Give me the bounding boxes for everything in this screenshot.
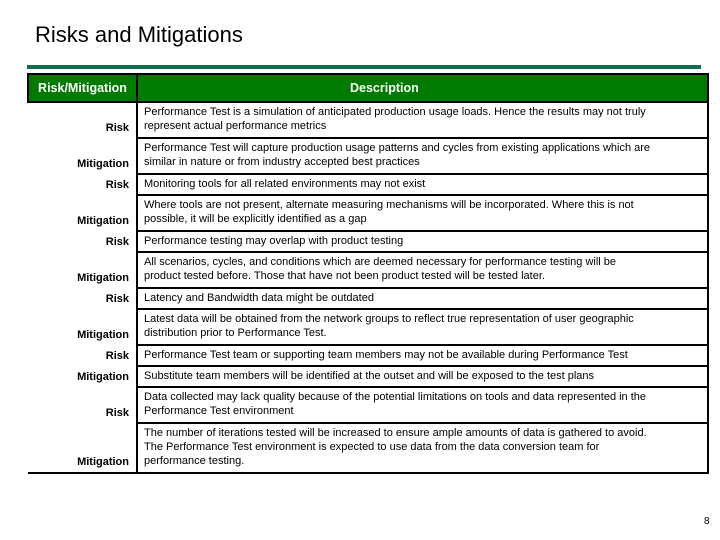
row-type: Risk (28, 231, 138, 252)
table-row: Risk Data collected may lack quality bec… (28, 387, 709, 424)
row-description: Latest data will be obtained from the ne… (137, 309, 709, 346)
row-description: All scenarios, cycles, and conditions wh… (137, 252, 709, 289)
table-row: Mitigation Latest data will be obtained … (28, 309, 709, 346)
row-description: Substitute team members will be identifi… (137, 366, 709, 388)
table-row: Risk Performance Test is a simulation of… (28, 102, 709, 139)
table-row: Risk Monitoring tools for all related en… (28, 174, 709, 196)
row-type: Mitigation (28, 366, 138, 387)
row-type: Mitigation (28, 423, 138, 474)
table-row: Mitigation The number of iterations test… (28, 423, 709, 474)
row-description: Monitoring tools for all related environ… (137, 174, 709, 196)
row-type: Risk (28, 102, 138, 138)
table-row: Mitigation All scenarios, cycles, and co… (28, 252, 709, 289)
row-description: Latency and Bandwidth data might be outd… (137, 288, 709, 310)
table-row: Mitigation Substitute team members will … (28, 366, 709, 388)
row-type: Risk (28, 288, 138, 309)
row-type: Risk (28, 345, 138, 366)
title-underline (27, 65, 701, 69)
row-description: Performance Test will capture production… (137, 138, 709, 175)
page-number: 8 (704, 516, 710, 527)
row-type: Mitigation (28, 138, 138, 174)
table-header-row: Risk/Mitigation Description (27, 73, 709, 103)
table-row: Risk Performance Test team or supporting… (28, 345, 709, 367)
table-row: Risk Performance testing may overlap wit… (28, 231, 709, 253)
slide-title: Risks and Mitigations (35, 22, 243, 47)
row-description: Where tools are not present, alternate m… (137, 195, 709, 232)
column-header-description: Description (137, 73, 709, 103)
row-description: Performance Test is a simulation of anti… (137, 102, 709, 139)
table-row: Risk Latency and Bandwidth data might be… (28, 288, 709, 310)
row-type: Mitigation (28, 252, 138, 288)
row-description: Data collected may lack quality because … (137, 387, 709, 424)
risks-mitigations-table: Risk/Mitigation Description Risk Perform… (27, 73, 709, 474)
row-description: Performance testing may overlap with pro… (137, 231, 709, 253)
row-description: The number of iterations tested will be … (137, 423, 709, 474)
row-description: Performance Test team or supporting team… (137, 345, 709, 367)
row-type: Risk (28, 174, 138, 195)
column-header-risk-mitigation: Risk/Mitigation (27, 73, 138, 103)
row-type: Mitigation (28, 309, 138, 345)
table-row: Mitigation Performance Test will capture… (28, 138, 709, 175)
row-type: Mitigation (28, 195, 138, 231)
row-type: Risk (28, 387, 138, 423)
table-row: Mitigation Where tools are not present, … (28, 195, 709, 232)
